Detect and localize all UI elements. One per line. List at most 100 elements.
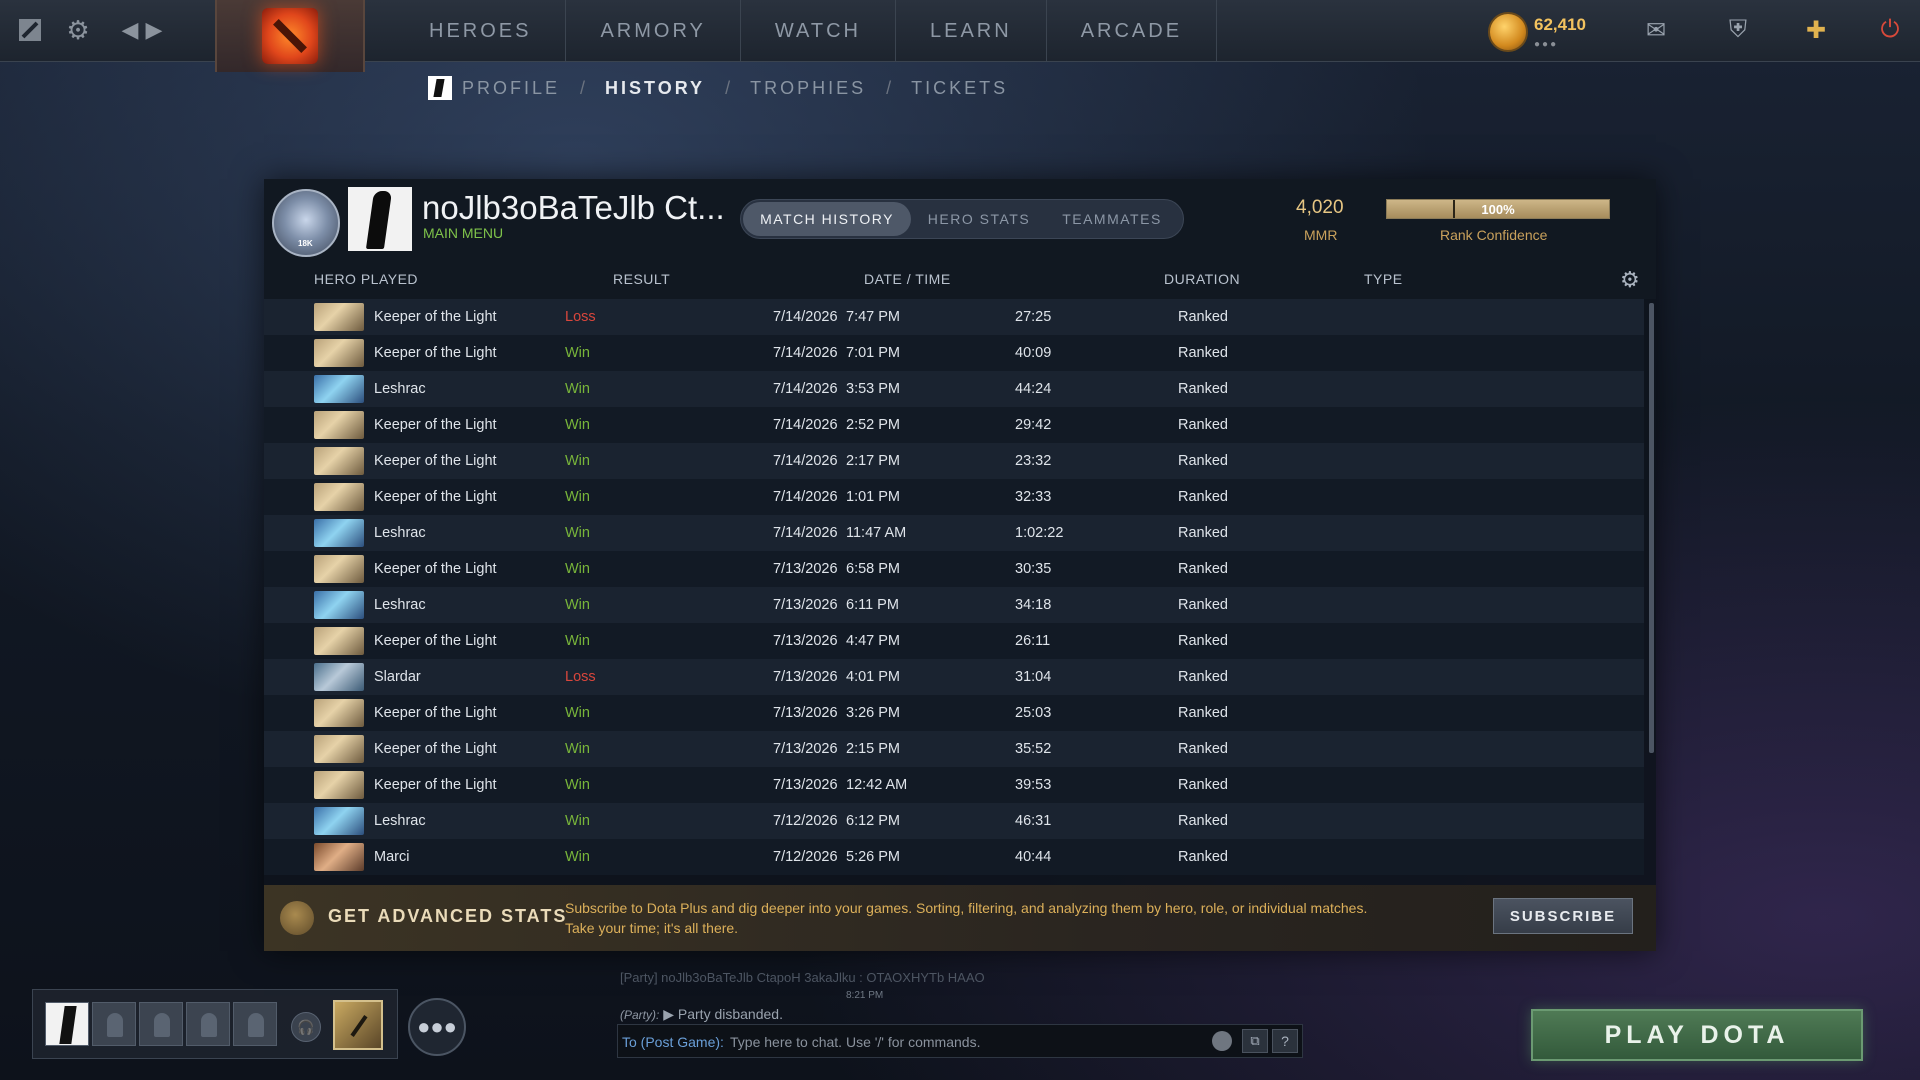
chat-notification-icon[interactable]: ✉ [1636,10,1676,50]
match-result: Win [565,345,590,361]
table-row[interactable]: Keeper of the Light Win 7/13/2026 4:47 PM 26… [264,623,1644,659]
hero-name: Keeper of the Light [374,453,497,469]
match-result: Win [565,597,590,613]
chat-target-label[interactable]: To (Post Game): [622,1034,724,1050]
forward-arrow-icon[interactable]: ▶ [136,12,172,48]
nav-heroes[interactable]: HEROES [395,0,567,62]
chat-help-button[interactable]: ? [1272,1029,1298,1053]
hero-name: Keeper of the Light [374,489,497,505]
match-duration: 44:24 [1015,381,1052,397]
nav-armory[interactable]: ARMORY [566,0,741,62]
armory-shield-icon[interactable]: ⛨ [1718,10,1758,50]
chat-input-field[interactable]: Type here to chat. Use '/' for commands. [730,1034,980,1050]
match-duration: 39:53 [1015,777,1052,793]
hero-name: Leshrac [374,381,426,397]
match-duration: 32:33 [1015,489,1052,505]
match-result: Win [565,489,590,505]
party-slot-empty[interactable] [139,1002,183,1046]
tab-teammates[interactable]: TEAMMATES [1047,202,1177,236]
avatar[interactable] [348,187,412,251]
match-date: 7/13/2026 [773,777,838,793]
hero-name: Keeper of the Light [374,741,497,757]
match-type: Ranked [1178,525,1228,541]
settings-gear-icon[interactable]: ⚙ [60,12,96,48]
play-dota-button[interactable]: PLAY DOTA [1531,1009,1863,1061]
match-type: Ranked [1178,489,1228,505]
tab-hero-stats[interactable]: HERO STATS [911,202,1047,236]
nav-watch[interactable]: WATCH [741,0,896,62]
col-duration: DURATION [1164,271,1241,287]
table-row[interactable]: Keeper of the Light Loss 7/14/2026 7:47 PM 2… [264,299,1644,335]
table-row[interactable]: Leshrac Win 7/14/2026 11:47 AM 1:02:22 Ranked [264,515,1644,551]
banner-text: Subscribe to Dota Plus and dig deeper in… [565,900,1368,936]
table-row[interactable]: Keeper of the Light Win 7/13/2026 3:26 PM 25… [264,695,1644,731]
top-bar: ⚙ ◀ ▶ HEROES ARMORY WATCH LEARN ARCADE 6… [0,0,1920,72]
hero-portrait-icon [314,663,364,691]
table-header: HERO PLAYED RESULT DATE / TIME DURATION … [264,259,1656,299]
chat-input-bar[interactable]: To (Post Game): Type here to chat. Use '… [617,1024,1303,1058]
subnav-profile[interactable]: PROFILE [462,78,560,99]
col-result: RESULT [613,271,671,287]
party-slot-empty[interactable] [186,1002,230,1046]
match-result: Win [565,777,590,793]
person-placeholder-icon [154,1013,170,1037]
match-type: Ranked [1178,381,1228,397]
table-row[interactable]: Leshrac Win 7/14/2026 3:53 PM 44:24 Ranked [264,371,1644,407]
match-duration: 26:11 [1015,633,1051,649]
rank-confidence-bar: 100% [1386,199,1610,219]
table-row[interactable]: Keeper of the Light Win 7/14/2026 7:01 PM 40… [264,335,1644,371]
table-row[interactable]: Keeper of the Light Win 7/13/2026 12:42 AM 3… [264,767,1644,803]
nav-arcade[interactable]: ARCADE [1047,0,1218,62]
match-result: Win [565,813,590,829]
table-scrollbar[interactable] [1649,303,1654,753]
party-panel: 🎧 [32,989,398,1059]
table-row[interactable]: Keeper of the Light Win 7/14/2026 2:17 PM 23… [264,443,1644,479]
party-slot-empty[interactable] [233,1002,277,1046]
match-time: 2:52 PM [846,417,900,433]
hero-portrait-icon [314,843,364,871]
match-date: 7/14/2026 [773,345,838,361]
hero-name: Leshrac [374,525,426,541]
party-slot-self[interactable] [45,1002,89,1046]
subnav-trophies[interactable]: TROPHIES [750,78,866,99]
table-row[interactable]: Leshrac Win 7/12/2026 6:12 PM 46:31 Ranked [264,803,1644,839]
table-row[interactable]: Keeper of the Light Win 7/13/2026 2:15 PM 35… [264,731,1644,767]
image-upload-icon[interactable]: ⧉ [1242,1029,1268,1053]
match-result: Win [565,525,590,541]
subscribe-button[interactable]: SUBSCRIBE [1493,898,1633,934]
tab-match-history[interactable]: MATCH HISTORY [743,202,911,236]
table-settings-gear-icon[interactable]: ⚙ [1620,267,1640,293]
voice-chat-icon[interactable]: 🎧 [291,1012,321,1042]
match-time: 4:47 PM [846,633,900,649]
subnav-tickets[interactable]: TICKETS [911,78,1008,99]
table-row[interactable]: Marci Win 7/12/2026 5:26 PM 40:44 Ranked [264,839,1644,875]
party-finder-icon[interactable]: ●●● [408,998,466,1056]
dota-logo-button[interactable] [215,0,365,72]
table-row[interactable]: Slardar Loss 7/13/2026 4:01 PM 31:04 Ranked [264,659,1644,695]
hero-portrait-icon [314,483,364,511]
match-type: Ranked [1178,813,1228,829]
power-icon[interactable]: ⏻ [1870,10,1910,50]
dota-plus-icon[interactable]: ✚ [1796,10,1836,50]
table-row[interactable]: Leshrac Win 7/13/2026 6:11 PM 34:18 Ranked [264,587,1644,623]
dashboard-icon[interactable] [12,12,48,48]
match-result: Win [565,705,590,721]
dota-plus-card-icon[interactable] [333,1000,383,1050]
match-result: Loss [565,309,596,325]
emoji-icon[interactable] [1212,1031,1232,1051]
match-duration: 25:03 [1015,705,1052,721]
hero-name: Marci [374,849,410,865]
match-time: 1:01 PM [846,489,900,505]
hero-name: Slardar [374,669,421,685]
nav-learn[interactable]: LEARN [896,0,1047,62]
table-row[interactable]: Keeper of the Light Win 7/13/2026 6:58 PM 30… [264,551,1644,587]
table-row[interactable]: Keeper of the Light Win 7/14/2026 2:52 PM 29… [264,407,1644,443]
match-result: Win [565,453,590,469]
party-slot-empty[interactable] [92,1002,136,1046]
shards-currency[interactable]: 62,410 ●●● [1488,12,1586,52]
match-time: 12:42 AM [846,777,908,793]
table-row[interactable]: Keeper of the Light Win 7/14/2026 1:01 PM 32… [264,479,1644,515]
match-time: 11:47 AM [846,525,907,541]
subnav-history[interactable]: HISTORY [605,78,705,99]
dota-plus-badge-icon [280,901,314,935]
